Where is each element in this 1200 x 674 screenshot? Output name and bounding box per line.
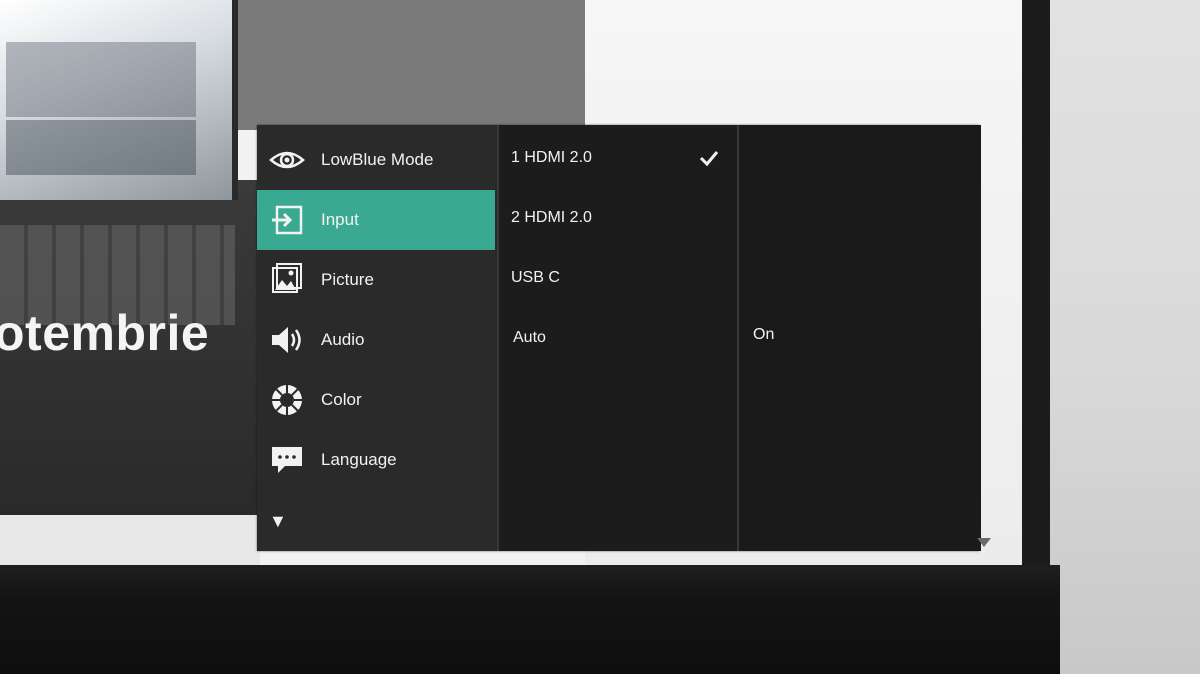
- menu-item-picture[interactable]: Picture: [257, 250, 495, 310]
- monitor-bezel-right: [1022, 0, 1050, 590]
- osd-main-menu: LowBlue Mode Input Picture Audio Color L…: [257, 125, 497, 551]
- menu-item-audio[interactable]: Audio: [257, 310, 495, 370]
- background-laptop-image: [0, 0, 238, 200]
- menu-item-lowblue-mode[interactable]: LowBlue Mode: [257, 130, 495, 190]
- value-label: On: [753, 326, 775, 343]
- menu-item-label: Language: [321, 450, 397, 469]
- menu-item-label: Color: [321, 390, 362, 409]
- speaker-icon: [269, 322, 305, 358]
- background-document-grey: [230, 0, 585, 130]
- background-promo-text: otembrie: [0, 305, 210, 361]
- input-option-hdmi-1[interactable]: 1 HDMI 2.0: [511, 143, 731, 173]
- monitor-bezel-bottom: [0, 565, 1060, 674]
- input-option-label: 1 HDMI 2.0: [511, 149, 592, 166]
- menu-item-label: LowBlue Mode: [321, 150, 434, 169]
- picture-icon: [269, 262, 305, 298]
- input-option-hdmi-2[interactable]: 2 HDMI 2.0: [511, 203, 731, 233]
- osd-input-submenu: 1 HDMI 2.0 2 HDMI 2.0 USB C Auto: [497, 125, 739, 551]
- osd-menu: LowBlue Mode Input Picture Audio Color L…: [257, 125, 981, 551]
- input-option-label: 2 HDMI 2.0: [511, 209, 592, 226]
- color-wheel-icon: [269, 382, 305, 418]
- menu-item-label: Picture: [321, 270, 374, 289]
- speech-bubble-icon: [269, 442, 305, 478]
- osd-corner-arrow-icon: [977, 538, 991, 547]
- menu-item-language[interactable]: Language: [257, 430, 495, 490]
- osd-value-column: On: [737, 125, 981, 551]
- auto-value-on[interactable]: On: [753, 320, 953, 350]
- menu-item-label: Input: [321, 210, 359, 229]
- input-option-label: USB C: [511, 269, 560, 286]
- eye-icon: [269, 142, 305, 178]
- menu-item-input[interactable]: Input: [257, 190, 495, 250]
- menu-item-color[interactable]: Color: [257, 370, 495, 430]
- menu-item-label: Audio: [321, 330, 365, 349]
- scroll-down-indicator[interactable]: ▼: [269, 511, 287, 532]
- input-option-label: Auto: [513, 329, 546, 346]
- checkmark-icon: [699, 151, 719, 167]
- input-icon: [269, 202, 305, 238]
- input-option-usb-c[interactable]: USB C: [511, 263, 731, 293]
- input-option-auto[interactable]: Auto: [513, 323, 733, 353]
